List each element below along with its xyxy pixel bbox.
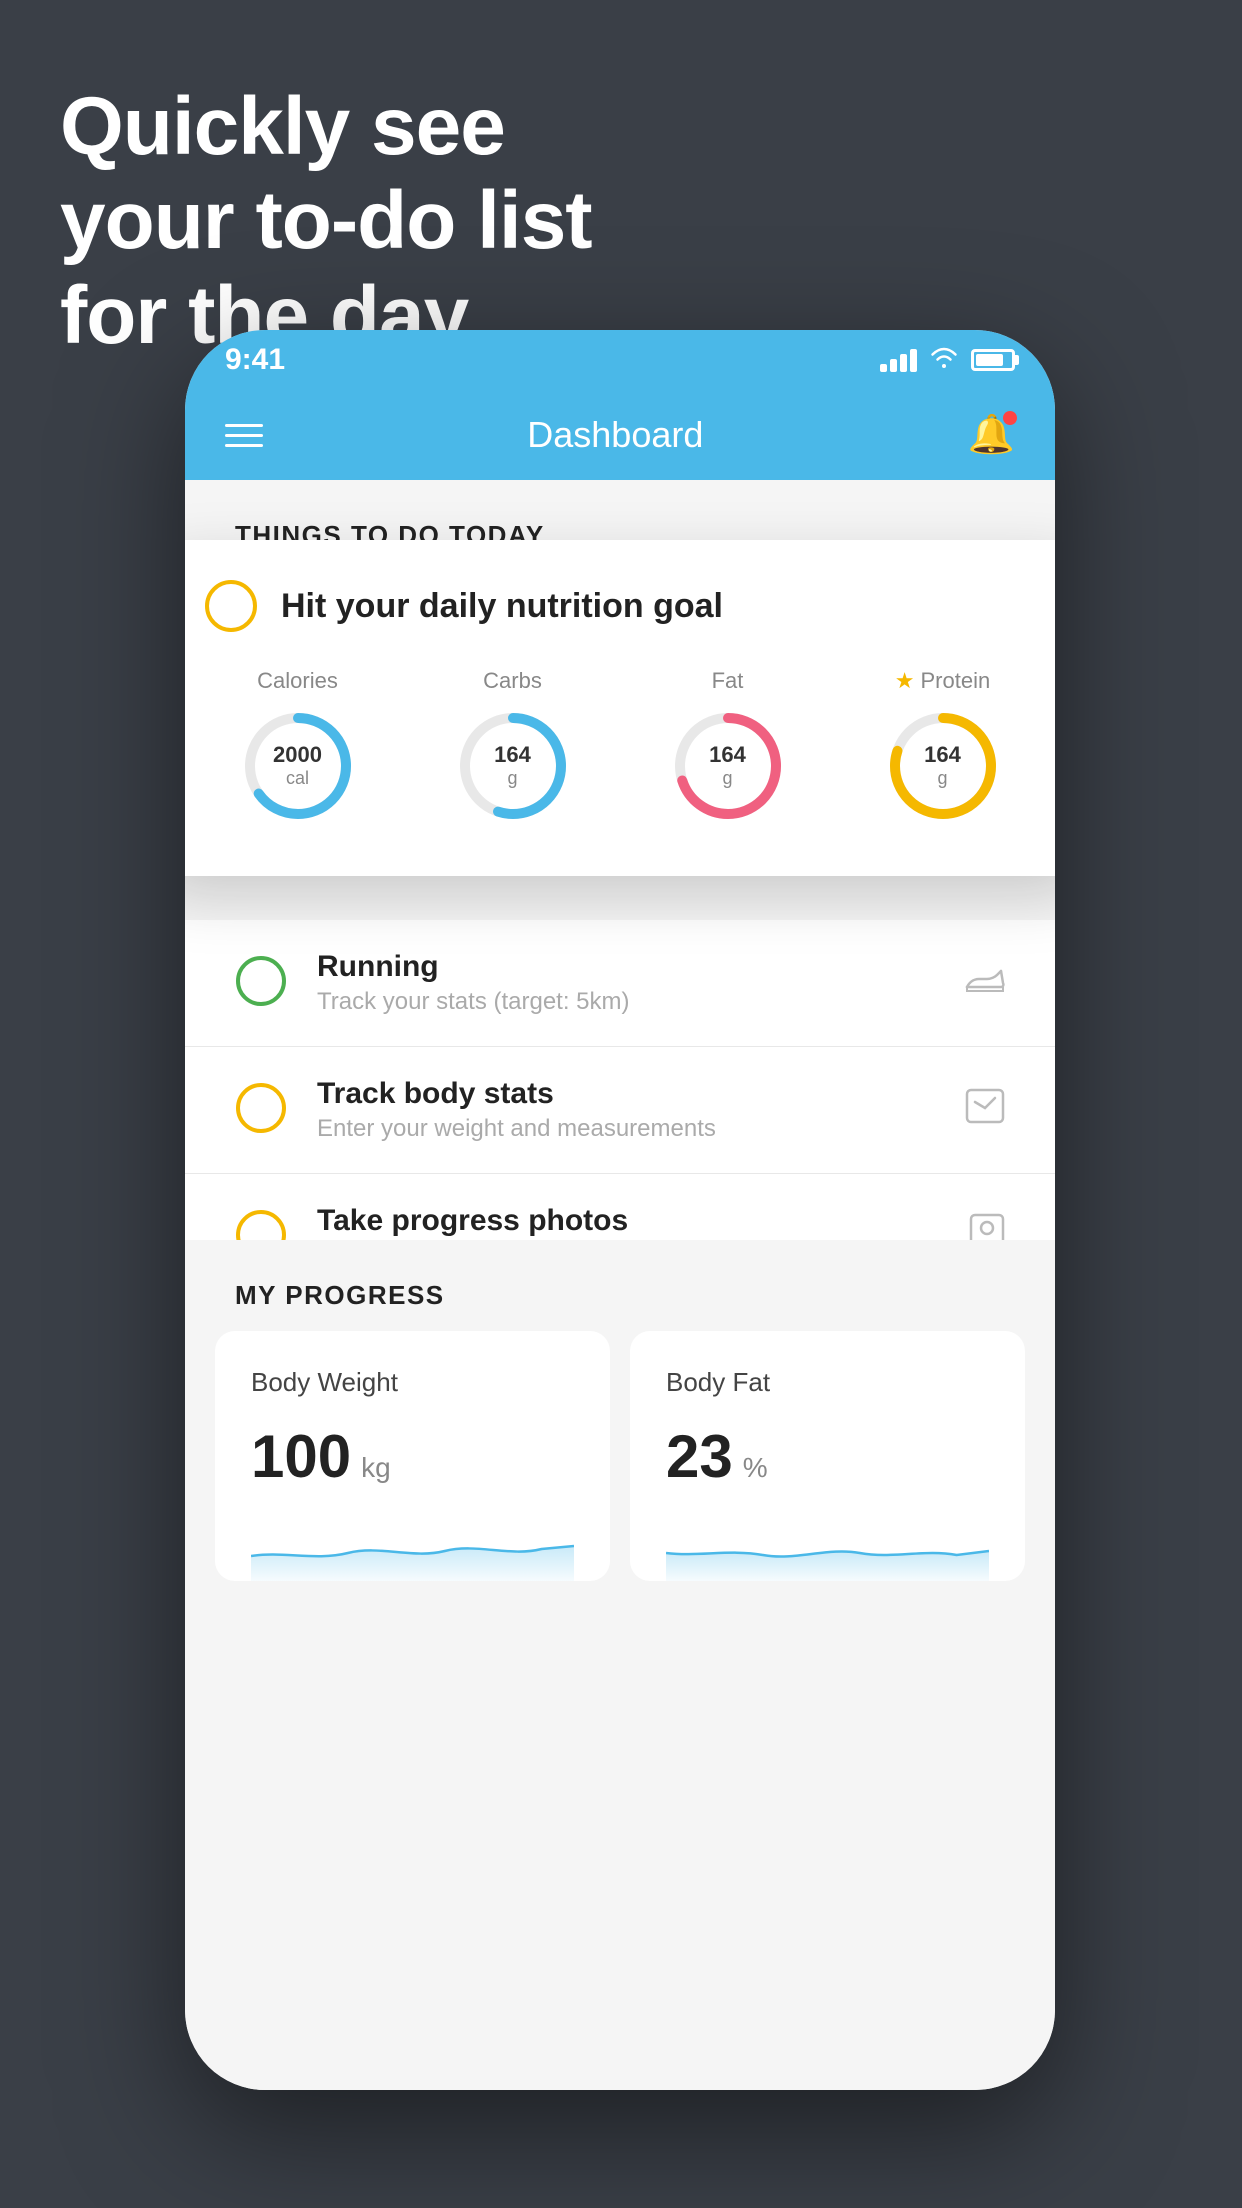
running-subtitle: Track your stats (target: 5km) — [317, 988, 965, 1016]
fat-label: Fat — [712, 668, 744, 694]
body-weight-chart — [251, 1511, 574, 1581]
menu-button[interactable] — [225, 424, 263, 447]
notification-dot — [1003, 411, 1017, 425]
card-title-row: Hit your daily nutrition goal — [205, 580, 1035, 632]
body-fat-card[interactable]: Body Fat 23 % — [630, 1331, 1025, 1581]
shoe-icon — [965, 962, 1005, 1004]
status-bar: 9:41 — [185, 330, 1055, 390]
body-stats-content: Track body stats Enter your weight and m… — [317, 1077, 965, 1143]
running-checkbox[interactable] — [235, 955, 287, 1012]
notification-bell[interactable]: 🔔 — [968, 413, 1015, 457]
fat-value: 164 g — [709, 742, 746, 790]
body-weight-value: 100 kg — [251, 1422, 574, 1491]
status-icons — [880, 346, 1015, 375]
body-stats-subtitle: Enter your weight and measurements — [317, 1115, 965, 1143]
protein-item: ★ Protein 164 g — [883, 668, 1003, 826]
background-headline: Quickly see your to-do list for the day. — [60, 80, 592, 363]
calories-value: 2000 cal — [273, 742, 322, 790]
calories-label: Calories — [257, 668, 338, 694]
status-time: 9:41 — [225, 343, 285, 377]
running-content: Running Track your stats (target: 5km) — [317, 950, 965, 1016]
calories-donut: 2000 cal — [238, 706, 358, 826]
carbs-item: Carbs 164 g — [453, 668, 573, 826]
wifi-icon — [929, 346, 959, 375]
nutrition-card: Hit your daily nutrition goal Calories — [185, 540, 1055, 876]
carbs-label: Carbs — [483, 668, 542, 694]
app-header: Dashboard 🔔 — [185, 390, 1055, 480]
body-weight-unit: kg — [361, 1452, 391, 1484]
calories-item: Calories 2000 cal — [238, 668, 358, 826]
body-stats-checkbox[interactable] — [235, 1082, 287, 1139]
list-item[interactable]: Track body stats Enter your weight and m… — [185, 1047, 1055, 1174]
scale-icon — [965, 1088, 1005, 1133]
battery-icon — [971, 349, 1015, 371]
progress-section: MY PROGRESS Body Weight 100 kg — [185, 1240, 1055, 1581]
body-fat-value: 23 % — [666, 1422, 989, 1491]
protein-value: 164 g — [924, 742, 961, 790]
phone-content: THINGS TO DO TODAY Hit your daily nutrit… — [185, 480, 1055, 2090]
body-fat-chart — [666, 1511, 989, 1581]
phone-frame: 9:41 Dashboard — [185, 330, 1055, 2090]
body-weight-title: Body Weight — [251, 1367, 574, 1398]
carbs-value: 164 g — [494, 742, 531, 790]
body-weight-card[interactable]: Body Weight 100 kg — [215, 1331, 610, 1581]
progress-cards: Body Weight 100 kg — [185, 1331, 1055, 1581]
header-title: Dashboard — [527, 414, 703, 456]
fat-donut: 164 g — [668, 706, 788, 826]
nutrition-checkbox[interactable] — [205, 580, 257, 632]
progress-header: MY PROGRESS — [185, 1240, 1055, 1331]
list-item[interactable]: Running Track your stats (target: 5km) — [185, 920, 1055, 1047]
photos-title: Take progress photos — [317, 1204, 969, 1238]
card-title: Hit your daily nutrition goal — [281, 587, 723, 626]
running-title: Running — [317, 950, 965, 984]
protein-label: ★ Protein — [895, 668, 990, 694]
signal-icon — [880, 349, 917, 372]
carbs-donut: 164 g — [453, 706, 573, 826]
star-icon: ★ — [895, 668, 915, 694]
body-fat-unit: % — [743, 1452, 768, 1484]
nutrition-circles: Calories 2000 cal — [205, 668, 1035, 826]
fat-item: Fat 164 g — [668, 668, 788, 826]
body-fat-title: Body Fat — [666, 1367, 989, 1398]
protein-donut: 164 g — [883, 706, 1003, 826]
body-stats-title: Track body stats — [317, 1077, 965, 1111]
